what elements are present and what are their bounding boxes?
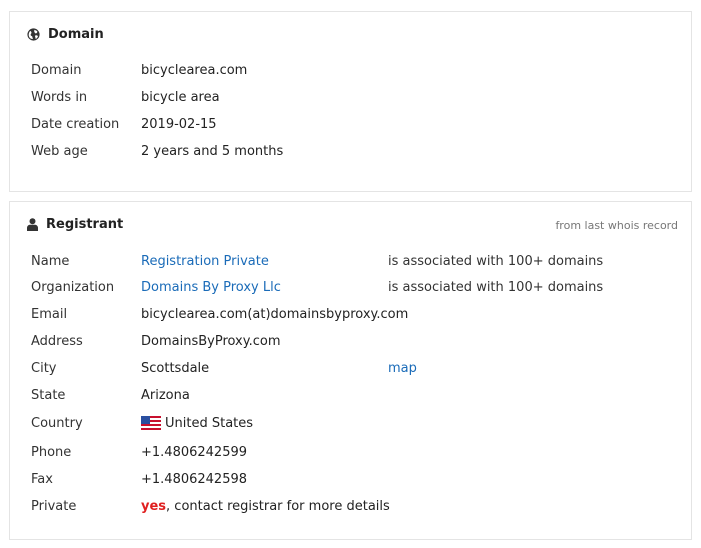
fax-row: Fax +1.4806242598 xyxy=(31,470,681,490)
address-label: Address xyxy=(31,334,83,349)
registrant-panel-title: Registrant xyxy=(46,217,124,232)
date-creation-value: 2019-02-15 xyxy=(141,117,217,132)
state-row: State Arizona xyxy=(31,386,681,406)
words-in-label: Words in xyxy=(31,90,88,105)
address-row: Address DomainsByProxy.com xyxy=(31,332,681,352)
name-label: Name xyxy=(31,254,70,269)
map-link[interactable]: map xyxy=(388,359,417,379)
phone-row: Phone +1.4806242599 xyxy=(31,443,681,463)
email-label: Email xyxy=(31,307,68,322)
phone-value: +1.4806242599 xyxy=(141,445,248,460)
state-label: State xyxy=(31,388,66,403)
private-yes-flag: yes xyxy=(141,499,167,514)
whois-note: from last whois record xyxy=(555,219,678,232)
web-age-value: 2 years and 5 months xyxy=(141,144,284,159)
fax-value: +1.4806242598 xyxy=(141,472,248,487)
words-in-value: bicycle area xyxy=(141,90,220,105)
domain-panel-header: Domain xyxy=(27,27,104,42)
country-value: United States xyxy=(165,416,254,431)
name-link[interactable]: Registration Private xyxy=(141,252,269,272)
organization-link[interactable]: Domains By Proxy Llc xyxy=(141,278,281,298)
domain-panel-title: Domain xyxy=(48,27,104,42)
registrant-panel-header: Registrant xyxy=(27,217,123,232)
address-value: DomainsByProxy.com xyxy=(141,334,281,349)
us-flag-icon xyxy=(141,416,161,430)
country-value-wrap: United States xyxy=(141,414,253,434)
fax-label: Fax xyxy=(31,472,53,487)
phone-label: Phone xyxy=(31,445,72,460)
registrant-panel: Registrant from last whois record Name R… xyxy=(9,201,692,540)
date-creation-label: Date creation xyxy=(31,117,120,132)
email-row: Email bicyclearea.com(at)domainsbyproxy.… xyxy=(31,305,681,325)
domain-label: Domain xyxy=(31,63,82,78)
organization-association-note: is associated with 100+ domains xyxy=(388,280,604,295)
globe-icon xyxy=(27,28,40,41)
web-age-label: Web age xyxy=(31,144,88,159)
words-in-row: Words in bicycle area xyxy=(31,88,681,108)
date-creation-row: Date creation 2019-02-15 xyxy=(31,115,681,135)
country-label: Country xyxy=(31,416,83,431)
private-row: Private yes, contact registrar for more … xyxy=(31,497,681,517)
private-label: Private xyxy=(31,499,77,514)
country-row: Country United States xyxy=(31,414,681,434)
name-association-note: is associated with 100+ domains xyxy=(388,254,604,269)
organization-row: Organization Domains By Proxy Llc is ass… xyxy=(31,278,681,298)
private-value: yes, contact registrar for more details xyxy=(141,497,390,517)
private-details-text: , contact registrar for more details xyxy=(166,499,390,514)
web-age-row: Web age 2 years and 5 months xyxy=(31,142,681,162)
domain-panel: Domain Domain bicyclearea.com Words in b… xyxy=(9,11,692,192)
user-icon xyxy=(27,218,38,231)
name-row: Name Registration Private is associated … xyxy=(31,252,681,272)
domain-value: bicyclearea.com xyxy=(141,63,248,78)
city-value: Scottsdale xyxy=(141,361,210,376)
city-label: City xyxy=(31,361,57,376)
organization-label: Organization xyxy=(31,280,115,295)
domain-row: Domain bicyclearea.com xyxy=(31,61,681,81)
city-row: City Scottsdale map xyxy=(31,359,681,379)
state-value: Arizona xyxy=(141,388,190,403)
email-value: bicyclearea.com(at)domainsbyproxy.com xyxy=(141,307,409,322)
